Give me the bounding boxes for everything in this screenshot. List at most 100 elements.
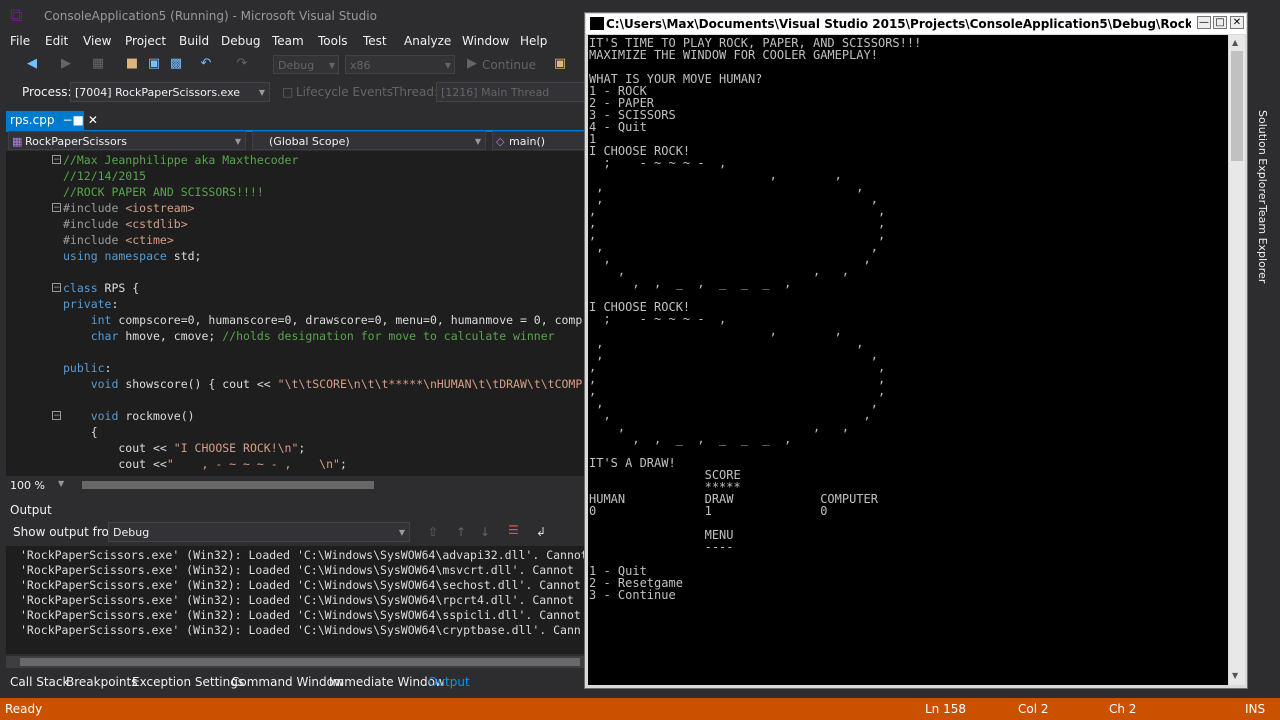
code-line: //12/14/2015 [63,168,146,184]
visual-studio-logo-icon: ⧉ [10,5,23,26]
scroll-up-icon[interactable]: ▲ [1232,38,1238,47]
menu-analyze[interactable]: Analyze [404,34,451,48]
output-hscroll[interactable] [6,656,585,668]
maximize-icon[interactable]: □ [1213,16,1227,29]
code-line: int compscore=0, humanscore=0, drawscore… [63,312,583,328]
code-line: //ROCK PAPER AND SCISSORS!!!! [63,184,264,200]
code-token: //12/14/2015 [63,169,147,183]
scroll-down-icon[interactable]: ▼ [1232,671,1238,680]
code-token: private [63,297,112,311]
code-token: <iostream> [125,201,195,215]
output-source-select[interactable]: Debug ▼ [108,522,410,542]
zoom-level[interactable]: 100 % [10,479,45,492]
code-token: //holds designation for move to calculat… [222,329,555,343]
close-icon[interactable]: ✕ [1230,16,1244,29]
new-project-icon[interactable]: ▦ [90,56,106,72]
thread-label: Thread: [392,85,439,99]
code-line: public: [63,360,111,376]
forward-icon[interactable]: ▶ [58,56,74,72]
code-token: int [63,313,119,327]
open-folder-icon[interactable]: ■ [124,56,140,72]
tab-team-explorer[interactable]: Team Explorer [1256,205,1269,283]
minimize-icon[interactable]: — [1197,16,1211,29]
menu-test[interactable]: Test [363,34,387,48]
tab-output[interactable]: Output [428,675,470,689]
tab-call-stack[interactable]: Call Stack [10,675,69,689]
code-token: #include [63,233,126,247]
console-vscroll[interactable]: ▲ ▼ [1229,35,1245,685]
thread-select[interactable]: [1216] Main Thread [436,82,586,102]
menu-window[interactable]: Window [462,34,509,48]
menu-build[interactable]: Build [179,34,209,48]
fold-toggle-icon[interactable]: − [52,203,61,213]
code-token: cout << [63,457,167,471]
tab-rps-cpp[interactable]: rps.cpp −■ ✕ [6,111,98,130]
pin-icon[interactable]: −■ [62,113,83,127]
code-token: std; [173,249,202,263]
process-label: Process: [22,85,72,99]
code-token: hmove, cmove; [125,329,223,343]
code-line: char hmove, cmove; //holds designation f… [63,328,555,344]
menu-debug[interactable]: Debug [221,34,260,48]
next-message-icon[interactable]: ↓ [480,525,490,539]
code-token: : [104,361,112,375]
platform-select[interactable]: x86 ▼ [345,55,455,74]
code-token: char [63,329,126,343]
fold-toggle-icon[interactable]: − [52,283,61,293]
process-select[interactable]: [7004] RockPaperScissors.exe ▼ [70,82,270,102]
word-wrap-icon[interactable]: ↲ [536,525,546,539]
attach-icon[interactable]: ▣ [552,56,568,72]
member-nav-select[interactable]: ◇ main() [492,131,585,150]
status-column: Col 2 [1018,702,1049,716]
tab-command-window[interactable]: Command Window [231,675,344,689]
redo-icon[interactable]: ↷ [234,56,250,72]
status-ready: Ready [5,702,43,716]
save-all-icon[interactable]: ▩ [168,56,184,72]
code-token: " , - ~ ~ ~ - , \n" [166,457,340,471]
code-token: showscore() { cout << [125,377,278,391]
menu-help[interactable]: Help [520,34,547,48]
menu-project[interactable]: Project [125,34,166,48]
output-line: 'RockPaperScissors.exe' (Win32): Loaded … [20,623,581,637]
output-line: 'RockPaperScissors.exe' (Win32): Loaded … [20,608,581,622]
code-token: { [63,425,98,439]
fold-toggle-icon[interactable]: − [52,155,61,165]
back-icon[interactable]: ◀ [24,56,40,72]
code-token: //Max Jeanphilippe aka Maxthecoder [63,153,299,167]
menu-team[interactable]: Team [272,34,304,48]
configuration-select[interactable]: Debug ▼ [273,55,339,74]
prev-message-icon[interactable]: ↑ [456,525,466,539]
menu-view[interactable]: View [83,34,111,48]
console-line: , , _ , _ _ _ , [589,276,792,290]
fold-toggle-icon[interactable]: − [52,411,61,421]
save-icon[interactable]: ▣ [146,56,162,72]
menu-edit[interactable]: Edit [45,34,68,48]
scope-nav-select[interactable]: (Global Scope) ▼ [252,131,486,150]
editor-margin [6,151,54,476]
code-line: #include <iostream> [63,200,195,216]
code-token: cout << [63,441,174,455]
console-line: 3 - Continue [589,588,676,602]
menu-file[interactable]: File [10,34,30,48]
method-icon: ◇ [496,135,505,148]
clear-all-icon[interactable]: ☰ [508,523,519,537]
continue-button[interactable]: Continue [482,58,536,72]
output-line: 'RockPaperScissors.exe' (Win32): Loaded … [20,593,574,607]
tab-breakpoints[interactable]: Breakpoints [66,675,137,689]
code-token: <cstdlib> [125,217,188,231]
tab-exception-settings[interactable]: Exception Settings [132,675,244,689]
undo-icon[interactable]: ↶ [198,56,214,72]
tab-solution-explorer[interactable]: Solution Explorer [1256,110,1269,204]
console-scroll-thumb[interactable] [1231,51,1243,161]
continue-play-icon[interactable]: ▶ [464,56,480,72]
project-nav-select[interactable]: ▦ RockPaperScissors ▼ [8,131,246,150]
code-token: class [63,281,105,295]
close-tab-icon[interactable]: ✕ [88,113,98,127]
find-message-icon[interactable]: ⇧ [428,525,438,539]
editor-hscroll-thumb[interactable] [82,481,374,489]
menu-tools[interactable]: Tools [318,34,348,48]
zoom-dropdown-icon[interactable]: ▼ [58,479,64,488]
code-token: <ctime> [125,233,174,247]
console-title: C:\Users\Max\Documents\Visual Studio 201… [606,17,1191,31]
lifecycle-events[interactable]: Lifecycle Events [296,85,393,99]
